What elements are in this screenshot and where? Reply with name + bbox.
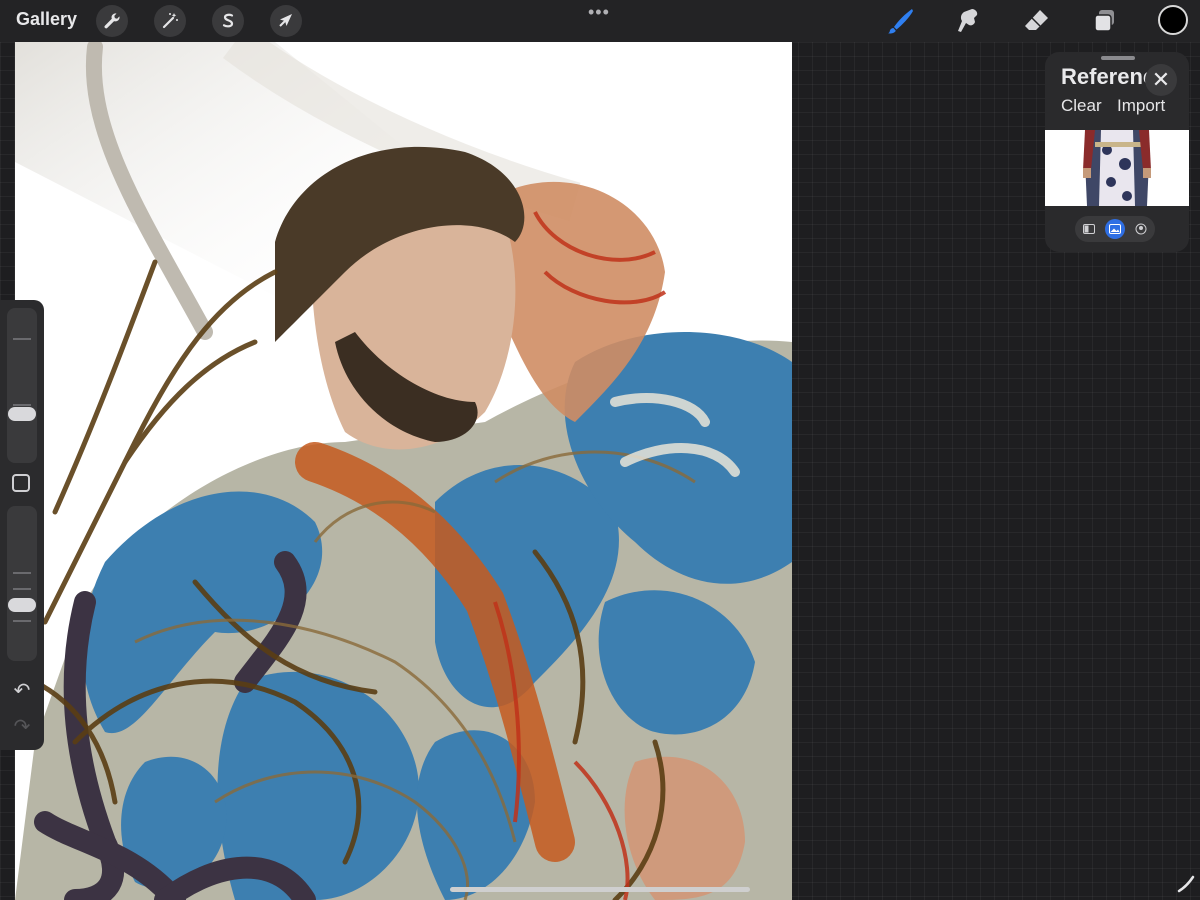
selection-button[interactable] (212, 5, 244, 37)
smudge-tool-button[interactable] (952, 4, 986, 38)
reference-image (1045, 130, 1189, 206)
adjustments-button[interactable] (154, 5, 186, 37)
close-icon[interactable]: ✕ (1145, 64, 1177, 96)
import-button[interactable]: Import (1117, 96, 1165, 116)
opacity-tick (13, 572, 31, 574)
panel-drag-handle[interactable] (1101, 56, 1135, 60)
home-indicator[interactable] (450, 887, 750, 892)
drawing-canvas[interactable] (15, 42, 792, 900)
eraser-icon (1025, 10, 1048, 30)
clear-button[interactable]: Clear (1061, 96, 1102, 116)
layers-tool-button[interactable] (1088, 4, 1122, 38)
left-sidebar: ↶ ↷ (0, 300, 44, 750)
opacity-tick (13, 620, 31, 622)
opacity-slider[interactable] (7, 506, 37, 661)
image-icon[interactable] (1105, 219, 1125, 239)
arrow-cursor-icon (279, 14, 292, 27)
reference-panel: Reference ✕ Clear Import (1045, 52, 1189, 252)
face-icon[interactable] (1131, 219, 1151, 239)
brush-size-thumb[interactable] (8, 406, 36, 421)
opacity-thumb[interactable] (8, 597, 36, 612)
smudge-icon (958, 9, 978, 32)
brush-icon (888, 9, 913, 34)
layers-icon (1094, 10, 1114, 32)
wrench-icon (104, 13, 120, 29)
more-options-icon[interactable]: ••• (588, 2, 610, 23)
brush-size-slider[interactable] (7, 308, 37, 463)
opacity-tick (13, 588, 31, 590)
reference-mode-selector (1075, 216, 1155, 242)
canvas-icon[interactable] (1079, 219, 1099, 239)
undo-icon[interactable]: ↶ (11, 680, 33, 702)
magic-wand-icon (162, 13, 178, 29)
brush-tool-button[interactable] (884, 4, 918, 38)
quickshape-stroke-icon (1177, 875, 1195, 893)
top-toolbar: Gallery ••• (0, 0, 1200, 42)
redo-icon[interactable]: ↷ (11, 716, 33, 738)
artwork-illustration (15, 42, 792, 900)
gallery-button[interactable]: Gallery (16, 9, 77, 30)
color-picker-button[interactable] (1158, 5, 1188, 35)
brush-size-tick (13, 404, 31, 406)
modify-button[interactable] (12, 474, 30, 492)
selection-s-icon (222, 13, 234, 28)
eraser-tool-button[interactable] (1020, 4, 1054, 38)
brush-size-tick (13, 338, 31, 340)
transform-button[interactable] (270, 5, 302, 37)
wrench-button[interactable] (96, 5, 128, 37)
